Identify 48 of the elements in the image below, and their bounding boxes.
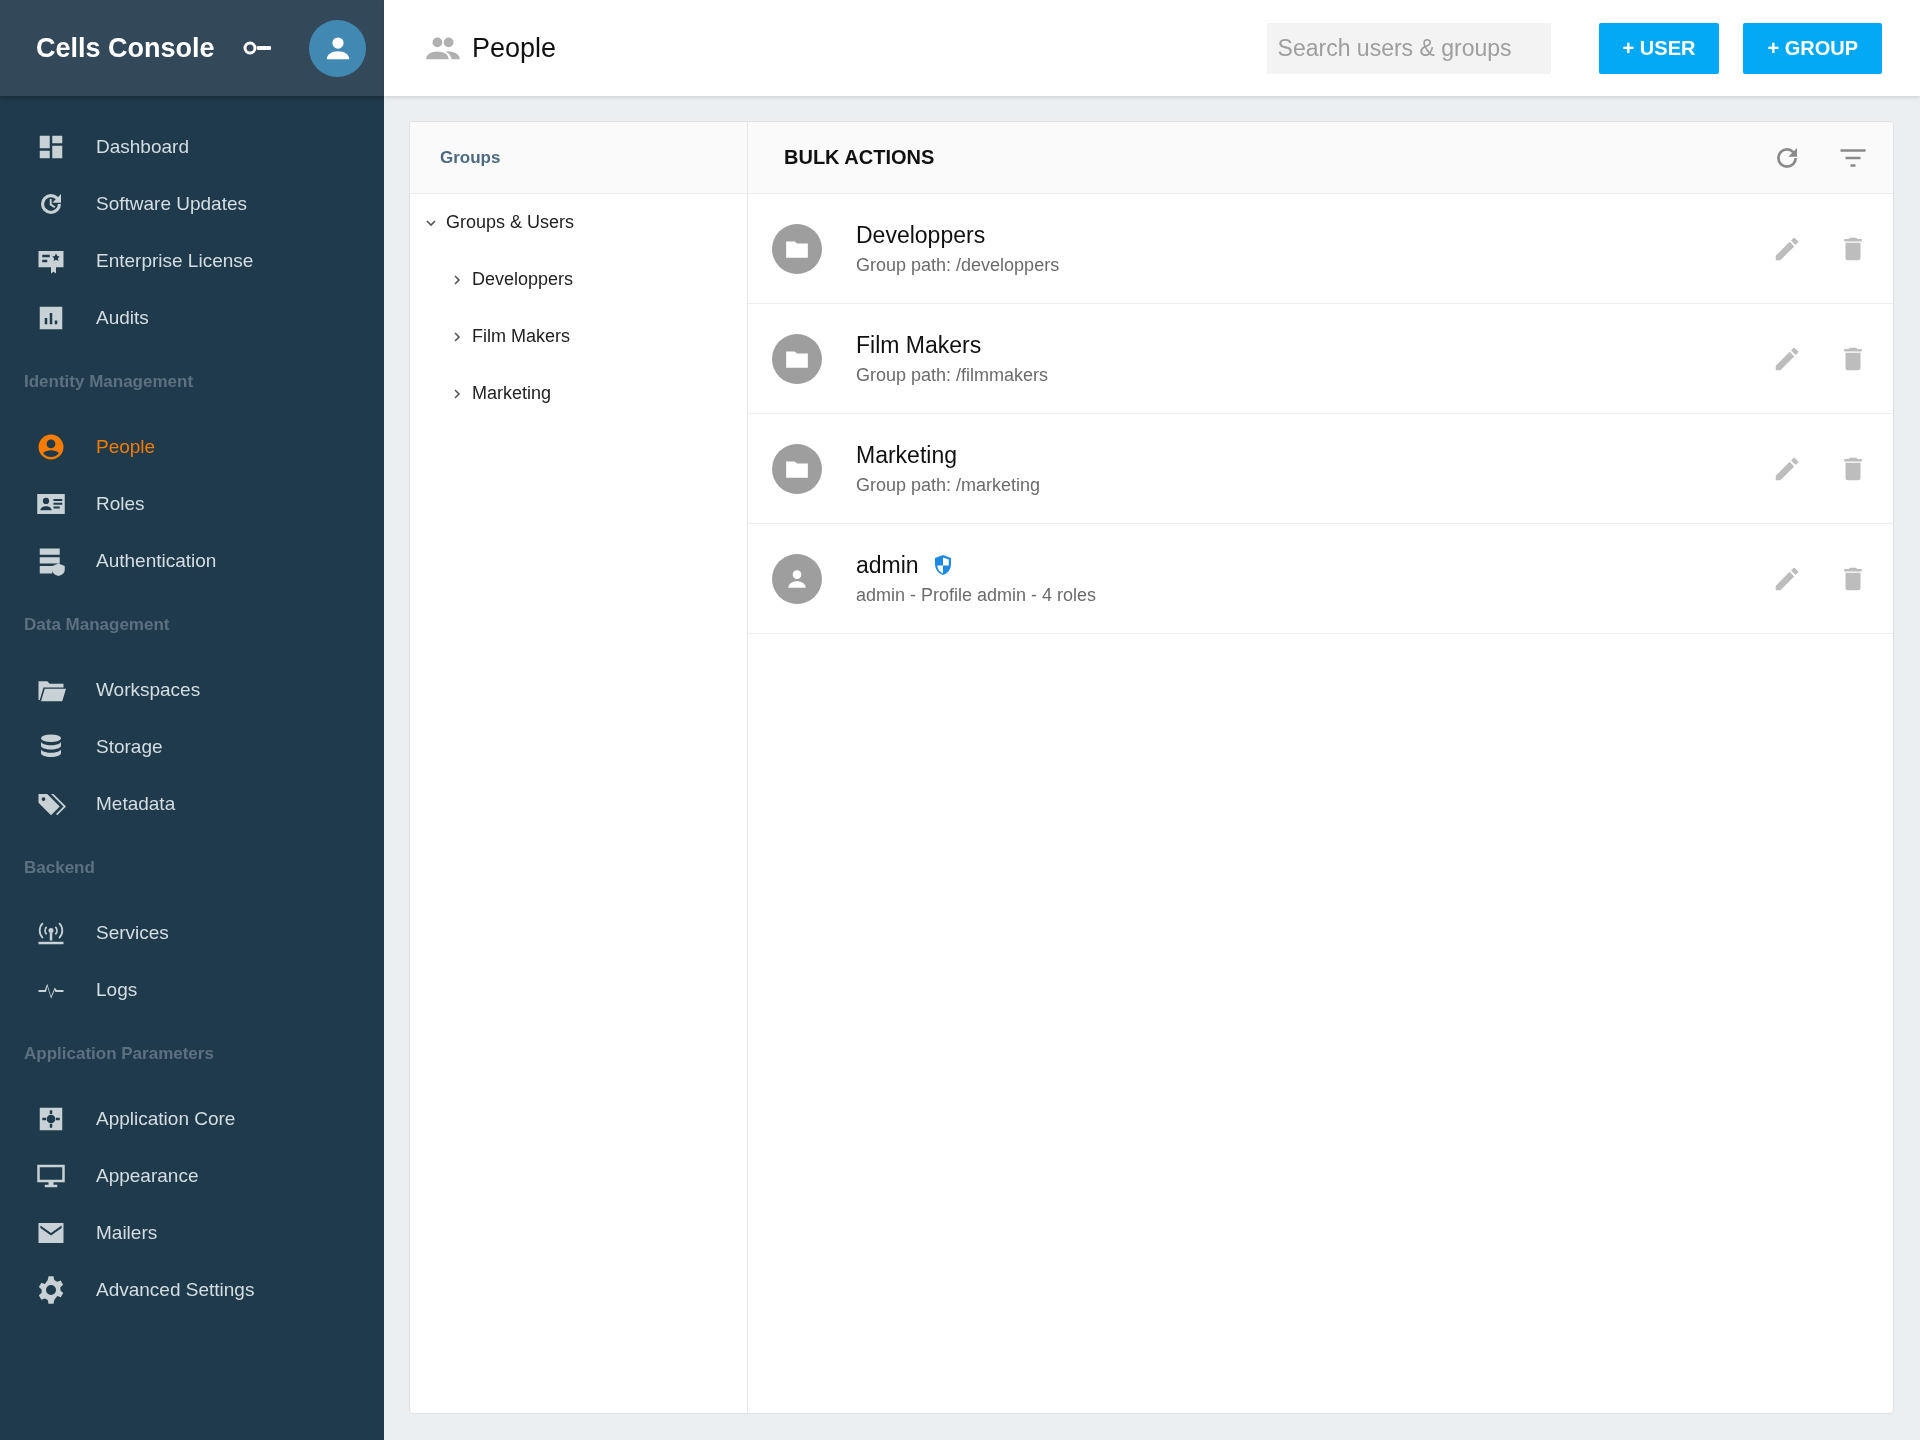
sidebar-item[interactable]: Mailers <box>0 1204 384 1261</box>
key-icon[interactable] <box>243 40 273 56</box>
folder-avatar-icon <box>772 333 822 384</box>
folder-avatar-icon <box>772 443 822 494</box>
tree-item[interactable]: Developpers <box>410 251 747 308</box>
list-row[interactable]: Film Makers Group path: /filmmakers <box>748 304 1893 414</box>
sidebar-item[interactable]: Audits <box>0 289 384 346</box>
section-heading: Identity Management <box>23 371 195 393</box>
sidebar-item[interactable]: Application Core <box>0 1090 384 1147</box>
bulk-actions-label: BULK ACTIONS <box>784 146 936 169</box>
folder-avatar-icon <box>772 223 822 274</box>
sidebar-item[interactable]: Roles <box>0 475 384 532</box>
settings-icon <box>36 1274 66 1305</box>
row-title: Developpers <box>856 221 986 249</box>
app-title: Cells Console <box>36 32 216 64</box>
user-avatar[interactable] <box>309 19 366 77</box>
tree-item[interactable]: Film Makers <box>410 308 747 365</box>
user-avatar-icon <box>772 553 822 604</box>
sidebar-item[interactable]: Dashboard <box>0 118 384 175</box>
tree-item[interactable]: Marketing <box>410 365 747 422</box>
sidebar-item[interactable]: Appearance <box>0 1147 384 1204</box>
row-detail: Group path: /filmmakers <box>856 364 1050 386</box>
sidebar-item[interactable]: Advanced Settings <box>0 1261 384 1318</box>
list-row[interactable]: admin admin - Profile admin - 4 roles <box>748 524 1893 634</box>
sidebar-item[interactable]: Logs <box>0 961 384 1018</box>
section-heading: Application Parameters <box>23 1043 215 1065</box>
sidebar-item[interactable]: Services <box>0 904 384 961</box>
tree-item[interactable]: Groups & Users <box>410 194 747 251</box>
search-field[interactable]: Search users & groups <box>1266 22 1551 74</box>
row-detail: admin - Profile admin - 4 roles <box>856 584 1098 606</box>
row-title: admin <box>856 551 919 579</box>
sidebar-item[interactable]: People <box>0 418 384 475</box>
row-detail: Group path: /developpers <box>856 254 1061 276</box>
sidebar-item[interactable]: Software Updates <box>0 175 384 232</box>
sidebar-item[interactable]: Metadata <box>0 775 384 832</box>
sidebar-item[interactable]: Storage <box>0 718 384 775</box>
section-heading: Data Management <box>23 614 171 636</box>
row-detail: Group path: /marketing <box>856 474 1042 496</box>
section-heading: Backend <box>23 857 96 879</box>
row-title: Film Makers <box>856 331 982 359</box>
sidebar-item[interactable]: Enterprise License <box>0 232 384 289</box>
page-title: People <box>472 32 558 64</box>
sidebar-item[interactable]: Workspaces <box>0 661 384 718</box>
list-row[interactable]: Developpers Group path: /developpers <box>748 194 1893 304</box>
sidebar-item[interactable]: Authentication <box>0 532 384 589</box>
row-title: Marketing <box>856 441 957 469</box>
list-row[interactable]: Marketing Group path: /marketing <box>748 414 1893 524</box>
panel-heading: Groups <box>440 147 501 168</box>
